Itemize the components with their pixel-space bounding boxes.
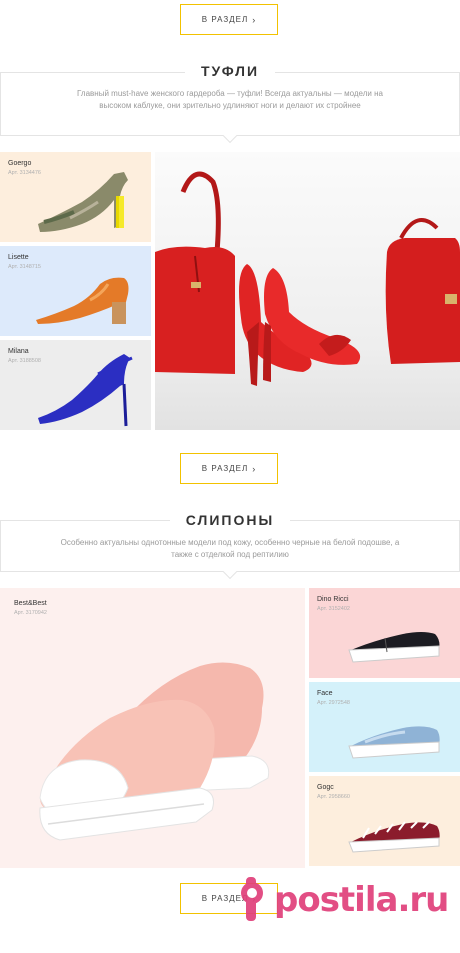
pink-slipon-image xyxy=(39,662,270,841)
product-name: Gogc xyxy=(317,784,334,791)
section-button-label: В РАЗДЕЛ xyxy=(201,15,249,24)
product-name: Goergo xyxy=(8,160,32,167)
watermark-text: postila.ru xyxy=(274,880,449,920)
product-name: Dino Ricci xyxy=(317,596,349,603)
product-article: Арт. 3152402 xyxy=(317,606,350,612)
pumps-title: ТУФЛИ xyxy=(0,63,460,79)
product-card-milana[interactable]: Milana Арт. 3188508 xyxy=(0,340,151,430)
product-card-goergo[interactable]: Goergo Арт. 3134476 xyxy=(0,152,151,242)
black-slipon-image xyxy=(348,632,440,663)
section-button-top[interactable]: В РАЗДЕЛ › xyxy=(180,4,278,35)
orange-pump-image xyxy=(36,277,129,324)
pumps-description: Главный must-have женского гардероба — т… xyxy=(77,89,383,110)
product-article: Арт. 2972548 xyxy=(317,700,350,706)
section-button-label: В РАЗДЕЛ xyxy=(201,464,249,473)
camo-pump-image xyxy=(38,172,128,232)
slipons-description: Особенно актуальны однотонные модели под… xyxy=(60,538,400,559)
chevron-right-icon: › xyxy=(252,14,257,25)
red-bags-and-pumps-image xyxy=(155,152,460,430)
watermark: postila.ru xyxy=(240,862,460,938)
denim-slipon-image xyxy=(348,726,440,759)
product-card-dino-ricci[interactable]: Dino Ricci Арт. 3152402 xyxy=(309,588,460,678)
postila-logo-icon xyxy=(241,877,263,921)
striped-slipon-image xyxy=(348,821,440,853)
product-card-gogc[interactable]: Gogc Арт. 2958660 xyxy=(309,776,460,866)
product-card-lisette[interactable]: Lisette Арт. 3148715 xyxy=(0,246,151,336)
blue-strap-pump-image xyxy=(38,354,133,427)
slipons-title: СЛИПОНЫ xyxy=(0,512,460,528)
product-card-best-and-best[interactable]: Best&Best Арт. 3170942 xyxy=(0,588,305,868)
chevron-right-icon: › xyxy=(252,463,257,474)
product-name: Lisette xyxy=(8,254,29,261)
section-button-pumps[interactable]: В РАЗДЕЛ › xyxy=(180,453,278,484)
product-card-face[interactable]: Face Арт. 2972548 xyxy=(309,682,460,772)
product-article: Арт. 2958660 xyxy=(317,794,350,800)
product-name: Milana xyxy=(8,348,29,355)
pumps-hero-image[interactable] xyxy=(155,152,460,430)
product-name: Face xyxy=(317,690,333,697)
